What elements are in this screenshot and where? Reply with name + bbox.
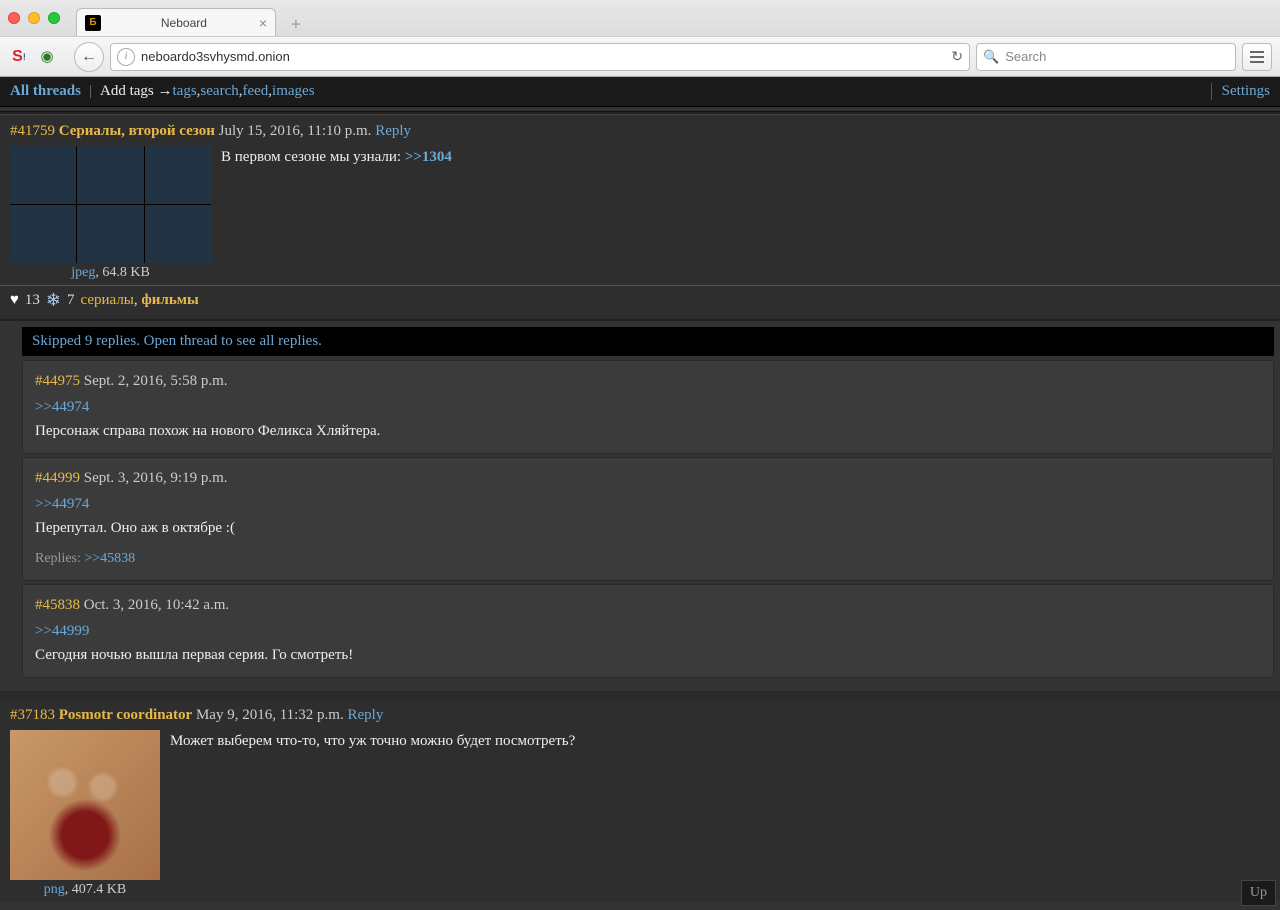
thread-title[interactable]: Posmotr coordinator	[59, 707, 192, 723]
heart-count: 13	[25, 292, 40, 309]
reply-post: #45838 Oct. 3, 2016, 10:42 a.m. >>44999 …	[22, 584, 1274, 678]
up-label: Up	[1250, 885, 1267, 900]
onion-icon[interactable]: ◉	[36, 46, 58, 68]
skipped-notice[interactable]: Skipped 9 replies. Open thread to see al…	[22, 327, 1274, 356]
thumbnail-block: jpeg, 64.8 KB	[10, 146, 211, 281]
url-text: neboardo3svhysmd.onion	[141, 49, 290, 64]
thumb-type[interactable]: jpeg	[71, 265, 95, 280]
nav-search[interactable]: search	[200, 83, 238, 100]
stumble-icon[interactable]: S!	[8, 46, 30, 68]
nav-feed[interactable]: feed	[242, 83, 268, 100]
replies-line: Replies: >>45838	[35, 548, 1261, 570]
tag-link[interactable]: фильмы	[141, 292, 198, 308]
post-ref[interactable]: >>44999	[35, 623, 89, 639]
snow-icon[interactable]: ❄	[46, 290, 61, 311]
reply-post: #44975 Sept. 2, 2016, 5:58 p.m. >>44974 …	[22, 360, 1274, 454]
thumb-size: 407.4 KB	[72, 882, 126, 897]
close-window-button[interactable]	[8, 12, 20, 24]
thread-header: #41759 Сериалы, второй сезон July 15, 20…	[10, 121, 1270, 142]
replies-label: Replies:	[35, 551, 84, 566]
post-id[interactable]: #44999	[35, 470, 80, 486]
nav-settings[interactable]: Settings	[1222, 83, 1270, 99]
search-bar[interactable]: 🔍 Search	[976, 43, 1236, 71]
post-body: Персонаж справа похож на нового Феликса …	[35, 419, 1261, 443]
reply-link[interactable]: Reply	[375, 123, 411, 139]
thread: #37183 Posmotr coordinator May 9, 2016, …	[0, 699, 1280, 902]
thumbnail-meta: jpeg, 64.8 KB	[71, 265, 150, 281]
back-button[interactable]: ←	[74, 42, 104, 72]
new-tab-button[interactable]: +	[282, 12, 310, 36]
thumbnail-image[interactable]	[10, 146, 211, 263]
tag-link[interactable]: сериалы	[81, 292, 134, 308]
thread: #41759 Сериалы, второй сезон July 15, 20…	[0, 115, 1280, 286]
menu-button[interactable]	[1242, 43, 1272, 71]
post-ref[interactable]: >>44974	[35, 399, 89, 415]
url-bar[interactable]: i neboardo3svhysmd.onion ↻	[110, 43, 970, 71]
browser-toolbar: S! ◉ ← i neboardo3svhysmd.onion ↻ 🔍 Sear…	[0, 36, 1280, 76]
reply-link[interactable]: Reply	[347, 707, 383, 723]
timestamp: May 9, 2016, 11:32 p.m.	[196, 707, 344, 723]
post-id[interactable]: #44975	[35, 373, 80, 389]
tab-close-button[interactable]: ×	[259, 15, 267, 31]
thumbnail-image[interactable]	[10, 730, 160, 880]
tab-strip: Neboard × +	[76, 0, 310, 36]
search-icon: 🔍	[983, 49, 999, 65]
timestamp: Sept. 2, 2016, 5:58 p.m.	[84, 373, 228, 389]
replies-container: Skipped 9 replies. Open thread to see al…	[0, 321, 1280, 687]
site-info-icon[interactable]: i	[117, 48, 135, 66]
timestamp: Oct. 3, 2016, 10:42 a.m.	[84, 597, 229, 613]
browser-tab[interactable]: Neboard ×	[76, 8, 276, 36]
titlebar: Neboard × +	[0, 0, 1280, 36]
post-ref[interactable]: >>44974	[35, 496, 89, 512]
favicon-icon	[85, 15, 101, 31]
window-controls	[8, 12, 60, 24]
reload-button[interactable]: ↻	[951, 48, 963, 65]
timestamp: Sept. 3, 2016, 9:19 p.m.	[84, 470, 228, 486]
nav-tags[interactable]: tags	[173, 83, 197, 100]
text-prefix: В первом сезоне мы узнали:	[221, 149, 405, 165]
post-body: Сегодня ночью вышла первая серия. Го смо…	[35, 643, 1261, 667]
tab-title: Neboard	[109, 16, 259, 30]
post-body: Перепутал. Оно аж в октябре :(	[35, 516, 1261, 540]
thumb-type[interactable]: png	[44, 882, 65, 897]
thread-header: #37183 Posmotr coordinator May 9, 2016, …	[10, 705, 1270, 726]
thumbnail-block: png, 407.4 KB	[10, 730, 160, 898]
post-ref[interactable]: >>1304	[405, 149, 452, 165]
nav-add-tags-label: Add tags →	[100, 83, 173, 100]
timestamp: July 15, 2016, 11:10 p.m.	[219, 123, 372, 139]
post-id[interactable]: #41759	[10, 123, 55, 139]
heart-icon[interactable]: ♥	[10, 292, 19, 309]
page-content: All threads | Add tags → tags, search, f…	[0, 77, 1280, 902]
thumb-size: 64.8 KB	[102, 265, 149, 280]
post-ref[interactable]: >>45838	[84, 551, 135, 566]
nav-all-threads[interactable]: All threads	[10, 83, 81, 100]
browser-chrome: Neboard × + S! ◉ ← i neboardo3svhysmd.on…	[0, 0, 1280, 77]
scroll-up-button[interactable]: Up	[1241, 880, 1276, 906]
skipped-text: Skipped 9 replies. Open thread to see al…	[32, 333, 322, 349]
thread-refs: ♥ 13 ❄ 7 сериалы, фильмы	[0, 286, 1280, 321]
maximize-window-button[interactable]	[48, 12, 60, 24]
thread-title[interactable]: Сериалы, второй сезон	[59, 123, 215, 139]
reply-post: #44999 Sept. 3, 2016, 9:19 p.m. >>44974 …	[22, 457, 1274, 581]
site-navbar: All threads | Add tags → tags, search, f…	[0, 77, 1280, 107]
separator: |	[89, 83, 92, 100]
nav-images[interactable]: images	[272, 83, 315, 100]
thumbnail-meta: png, 407.4 KB	[44, 882, 126, 898]
thread-text: Может выберем что-то, что уж точно можно…	[170, 730, 1270, 753]
minimize-window-button[interactable]	[28, 12, 40, 24]
search-placeholder: Search	[1005, 49, 1046, 64]
divider	[0, 691, 1280, 699]
post-id[interactable]: #37183	[10, 707, 55, 723]
post-id[interactable]: #45838	[35, 597, 80, 613]
thread-text: В первом сезоне мы узнали: >>1304	[221, 146, 1270, 169]
snow-count: 7	[67, 292, 75, 309]
